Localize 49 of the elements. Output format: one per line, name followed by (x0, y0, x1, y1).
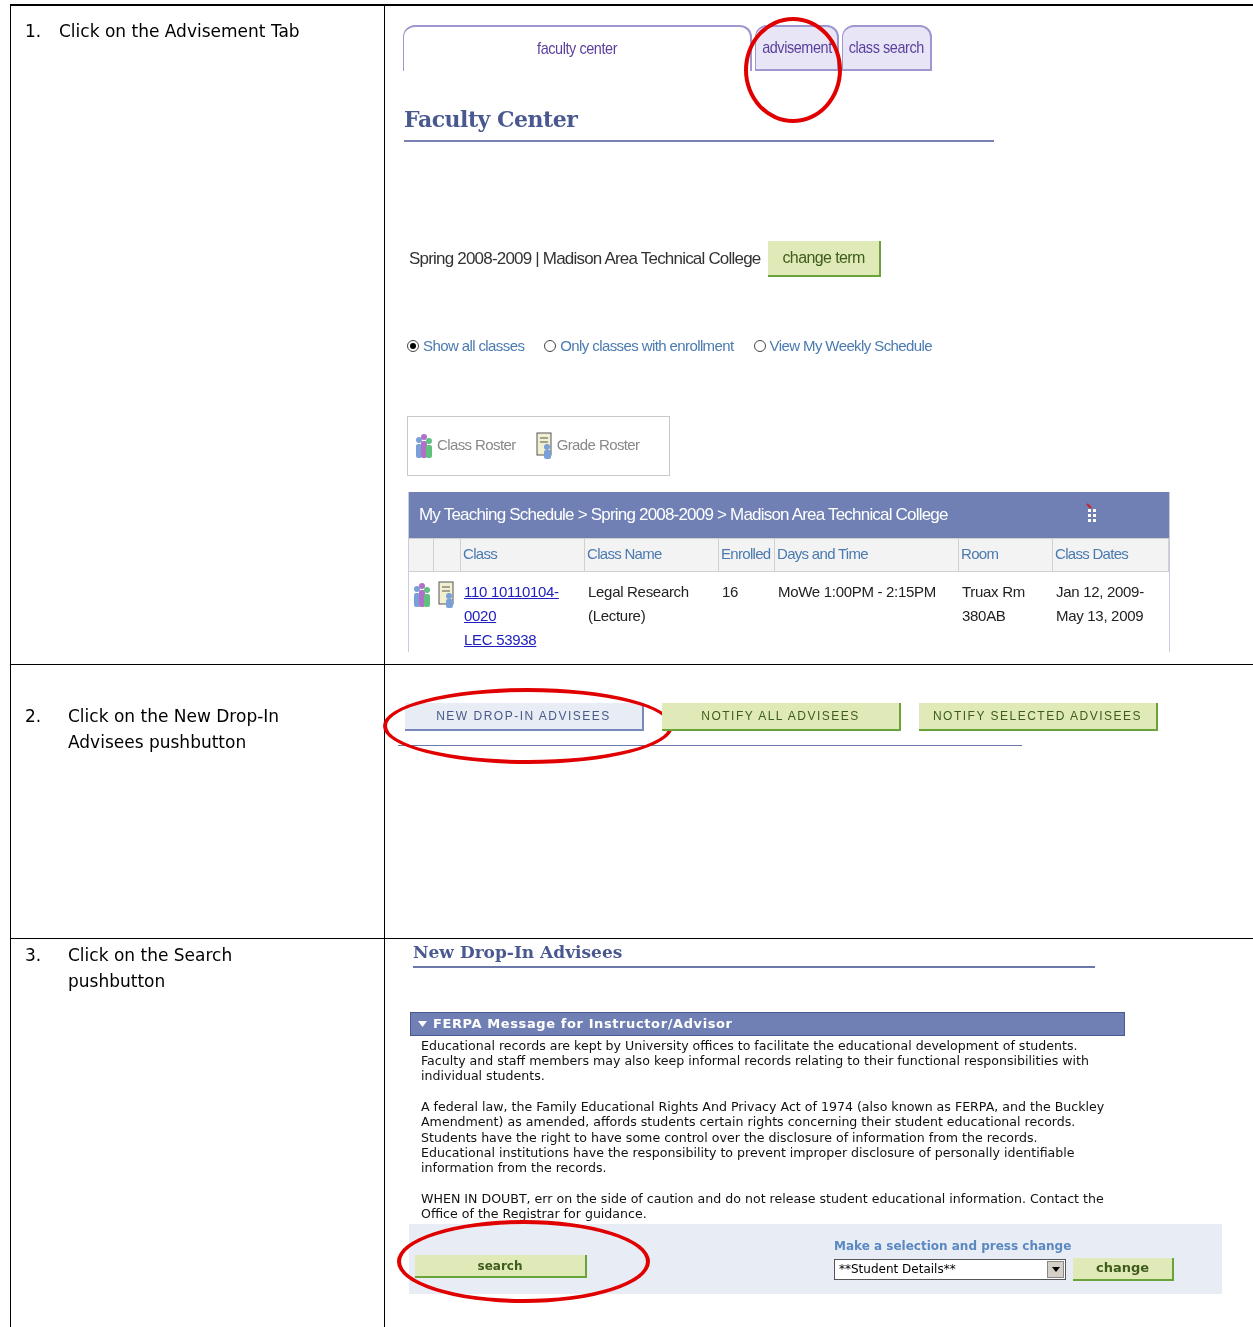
class-link[interactable]: 110 10110104-0020 (464, 579, 564, 628)
tab[interactable]: advisement (755, 25, 839, 71)
search-button[interactable]: search (415, 1255, 587, 1279)
column-header[interactable]: Class (461, 538, 585, 571)
advisee-button[interactable]: NOTIFY SELECTED ADVISEES (919, 703, 1158, 731)
section-link[interactable]: LEC 53938 (464, 627, 537, 652)
section-header[interactable]: FERPA Message for Instructor/Advisor (410, 1011, 1125, 1036)
step-number: 2. (25, 705, 43, 728)
dropdown[interactable]: **Student Details** (834, 1258, 1066, 1280)
message-paragraph: Educational records are kept by University offices to facilitate the educational development of students. Faculty and staff members may also keep informal records relating to their functional responsibilities with individual students. (421, 1037, 1090, 1084)
advisee-button[interactable]: NEW DROP-IN ADVISEES (405, 703, 644, 731)
column-header[interactable]: Days and Time (775, 538, 959, 571)
grade-roster-icon[interactable] (438, 579, 456, 610)
class-dates-cell: Jan 12, 2009-May 13, 2009 (1056, 582, 1144, 624)
message-paragraph: WHEN IN DOUBT, err on the side of caution and do not release student educational information. Contact the Office of the Registrar for guidance. (421, 1190, 1105, 1222)
radio-button[interactable] (544, 340, 557, 353)
step-instruction: Click on the Advisement Tab (59, 20, 301, 43)
step-instruction: Click on the New Drop-In Advisees pushbutton (68, 705, 281, 754)
page-title: New Drop-In Advisees (413, 942, 623, 962)
document-person-icon (535, 430, 554, 461)
column-header[interactable]: Class Dates (1053, 538, 1169, 571)
select-label: Make a selection and press change (834, 1237, 1073, 1255)
change-button[interactable]: change (1073, 1257, 1174, 1281)
collapse-triangle-icon[interactable] (418, 1020, 427, 1027)
radio-option[interactable]: Show all classes (407, 335, 525, 358)
days-time-cell: MoWe 1:00PM - 2:15PM (778, 582, 936, 600)
term-label: Spring 2008-2009 | Madison Area Technical College (409, 248, 761, 271)
column-header[interactable]: Class Name (585, 538, 719, 571)
message-paragraph: A federal law, the Family Educational Rights And Privacy Act of 1974 (also known as FERPA, and the Buckley Amendment) as amended, affords students certain rights concerning their student educational records. Students have the right to have some control over the disclosure of information from the records. Educational institutions have the responsibility to prevent improper disclosure of personally identifiable information from the records. (421, 1098, 1106, 1176)
roster-link[interactable]: Class Roster (414, 430, 516, 461)
enrolled-cell: 16 (722, 582, 739, 600)
step-instruction: Click on the Search pushbutton (68, 944, 234, 993)
radio-option[interactable]: View My Weekly Schedule (753, 335, 932, 358)
class-name-cell: Legal Research (Lecture) (588, 582, 689, 624)
page-title: Faculty Center (404, 106, 578, 132)
radio-button[interactable] (407, 340, 419, 353)
room-cell: Truax Rm 380AB (962, 582, 1025, 624)
change-term-button[interactable]: change term (768, 241, 881, 277)
advisee-button[interactable]: NOTIFY ALL ADVISEES (662, 703, 901, 731)
column-header[interactable]: Enrolled (719, 538, 775, 571)
grid-title: My Teaching Schedule > Spring 2008-2009 > Madison Area Technical College (419, 503, 948, 526)
step-number: 3. (25, 944, 43, 967)
radio-option[interactable]: Only classes with enrollment (544, 335, 734, 358)
roster-link[interactable]: Grade Roster (535, 430, 640, 461)
tab[interactable]: class search (842, 25, 932, 71)
step-number: 1. (25, 20, 43, 43)
tab[interactable]: faculty center (403, 25, 752, 71)
radio-button[interactable] (753, 340, 766, 353)
column-header[interactable]: Room (959, 538, 1053, 571)
